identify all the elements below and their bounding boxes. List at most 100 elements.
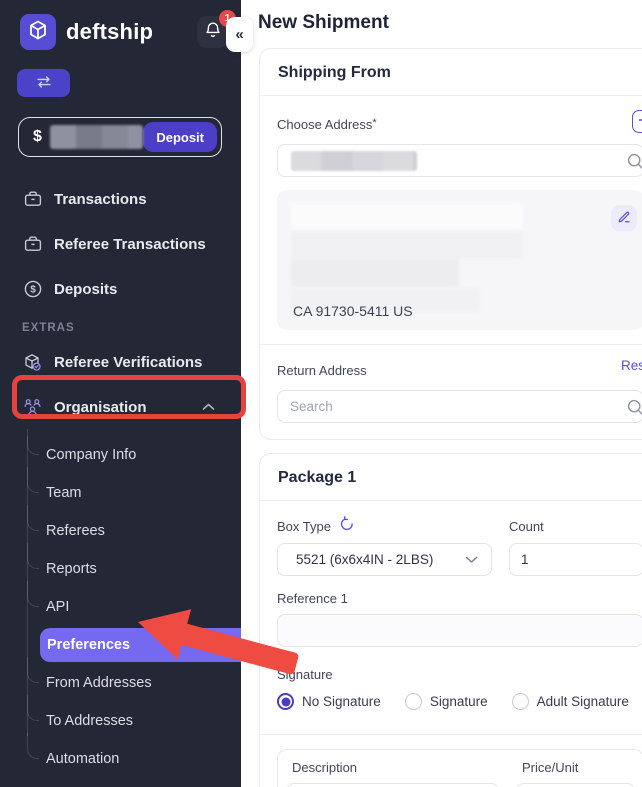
search-icon	[626, 398, 642, 422]
subitem-label: Team	[46, 485, 82, 501]
radio-label: Adult Signature	[536, 694, 629, 709]
swap-button[interactable]	[17, 69, 70, 97]
radio-label: No Signature	[302, 694, 381, 709]
deposit-button[interactable]: Deposit	[143, 122, 217, 152]
dollar-circle-icon: $	[22, 279, 43, 300]
collapse-sidebar-button[interactable]: «	[226, 17, 253, 52]
count-input[interactable]	[510, 544, 642, 575]
swap-arrows-icon	[35, 75, 53, 92]
organisation-people-icon	[22, 397, 43, 418]
sidebar-subitem-preferences[interactable]: Preferences	[40, 628, 241, 662]
card-title: Shipping From	[260, 49, 642, 96]
sidebar-item-referee-transactions[interactable]: Referee Transactions	[0, 232, 241, 256]
reference-input[interactable]	[278, 615, 642, 646]
price-unit-field: Price/Unit	[516, 760, 635, 787]
search-value-redacted	[291, 150, 417, 171]
return-address-label: Return Address	[277, 362, 367, 378]
box-type-select[interactable]: 5521 (6x6x4IN - 2LBS)	[277, 543, 492, 576]
sidebar-item-label: Deposits	[54, 280, 118, 298]
box-type-label: Box Type	[277, 518, 331, 534]
sidebar-subitem-automation[interactable]: Automation	[0, 733, 241, 778]
tree-branch	[27, 429, 39, 455]
divider	[260, 734, 642, 735]
address-line-redacted	[291, 203, 523, 231]
signature-options: No Signature Signature Adult Signature	[277, 693, 642, 710]
radio-unselected-icon	[511, 693, 529, 710]
return-address-search[interactable]	[277, 390, 642, 423]
shipping-from-card: Shipping From Choose Address* CA 91730-5…	[259, 48, 642, 440]
bell-icon	[204, 21, 222, 44]
return-address-row: Return Address Reset	[277, 358, 642, 382]
sidebar-item-organisation[interactable]: Organisation	[0, 395, 241, 419]
cube-icon	[26, 18, 50, 47]
line-item-box: Description Price/Unit	[277, 749, 642, 787]
refresh-icon[interactable]	[339, 515, 355, 537]
description-label: Description	[292, 760, 358, 775]
radio-unselected-icon	[404, 693, 422, 710]
sidebar-item-label: Referee Verifications	[54, 353, 203, 371]
subitem-label: To Addresses	[46, 713, 134, 729]
radio-no-signature[interactable]: No Signature	[277, 693, 381, 710]
radio-label: Signature	[429, 694, 488, 709]
tree-branch	[27, 695, 39, 721]
reference-label: Reference 1	[277, 591, 348, 606]
svg-text:$: $	[30, 285, 36, 296]
subitem-label: Referees	[46, 523, 105, 539]
briefcase-icon	[22, 234, 43, 255]
package-check-icon	[22, 352, 43, 373]
logo-text: deftship	[66, 19, 154, 44]
address-zip-line: CA 91730-5411 US	[293, 303, 413, 319]
card-title: Package 1	[260, 454, 642, 501]
required-asterisk: *	[372, 116, 377, 129]
box-type-value: 5521 (6x6x4IN - 2LBS)	[296, 552, 434, 567]
choose-address-row: Choose Address*	[277, 110, 642, 136]
address-line-redacted	[291, 259, 459, 287]
selected-address-preview: CA 91730-5411 US	[277, 190, 642, 330]
count-input-wrap	[509, 543, 642, 576]
package-body: Box Type 5521 (6x6x4IN - 2LBS) Count 1 R…	[260, 501, 642, 787]
box-type-field: Box Type 5521 (6x6x4IN - 2LBS)	[277, 515, 492, 576]
main-content: « New Shipment Shipping From Choose Addr…	[226, 0, 642, 787]
reset-link[interactable]: Reset	[621, 358, 642, 373]
description-field: Description	[286, 760, 499, 787]
description-input-wrap	[286, 783, 499, 787]
signature-label: Signature	[277, 667, 333, 682]
sidebar-header: deftship 1	[0, 0, 241, 50]
tree-branch	[27, 505, 39, 531]
sidebar-subitem-api[interactable]: API	[0, 581, 241, 626]
tree-branch	[27, 467, 39, 493]
tree-branch	[27, 657, 39, 683]
radio-signature[interactable]: Signature	[404, 693, 488, 710]
reference-input-wrap	[277, 614, 642, 647]
subitem-label: Automation	[46, 751, 120, 767]
return-address-search-input[interactable]	[278, 391, 608, 422]
currency-symbol: $	[33, 128, 42, 145]
sidebar-item-deposits[interactable]: $ Deposits	[0, 277, 241, 301]
subitem-label: Company Info	[46, 447, 137, 463]
subitem-label: Preferences	[47, 637, 131, 653]
edit-address-button[interactable]	[611, 205, 637, 231]
count-label: Count	[509, 518, 544, 534]
sidebar-item-transactions[interactable]: Transactions	[0, 187, 241, 211]
sidebar-item-label: Transactions	[54, 190, 147, 208]
tree-branch	[27, 543, 39, 569]
organisation-submenu: Company Info Team Referees Reports API P…	[0, 429, 241, 778]
deftship-logo[interactable]	[20, 14, 56, 50]
radio-selected-icon	[277, 693, 294, 710]
box-type-count-row: Box Type 5521 (6x6x4IN - 2LBS) Count 1	[277, 515, 642, 576]
sidebar-item-label: Organisation	[54, 398, 147, 416]
sidebar-item-referee-verifications[interactable]: Referee Verifications	[0, 350, 241, 374]
count-field: Count	[509, 517, 642, 576]
add-address-button[interactable]	[632, 110, 642, 133]
shipping-from-body: Choose Address* CA 91730-5411 US Return …	[260, 96, 642, 439]
price-unit-label: Price/Unit	[522, 760, 579, 775]
radio-adult-signature[interactable]: Adult Signature	[511, 693, 629, 710]
address-line-redacted	[291, 231, 523, 259]
balance-amount-redacted	[49, 125, 144, 149]
choose-address-search[interactable]	[277, 144, 642, 177]
tree-branch	[27, 581, 39, 607]
sidebar: deftship 1 $ Deposit Transactions Refere…	[0, 0, 241, 787]
price-input-wrap	[516, 783, 635, 787]
notifications-button[interactable]: 1	[197, 10, 236, 48]
subitem-label: API	[46, 599, 70, 615]
